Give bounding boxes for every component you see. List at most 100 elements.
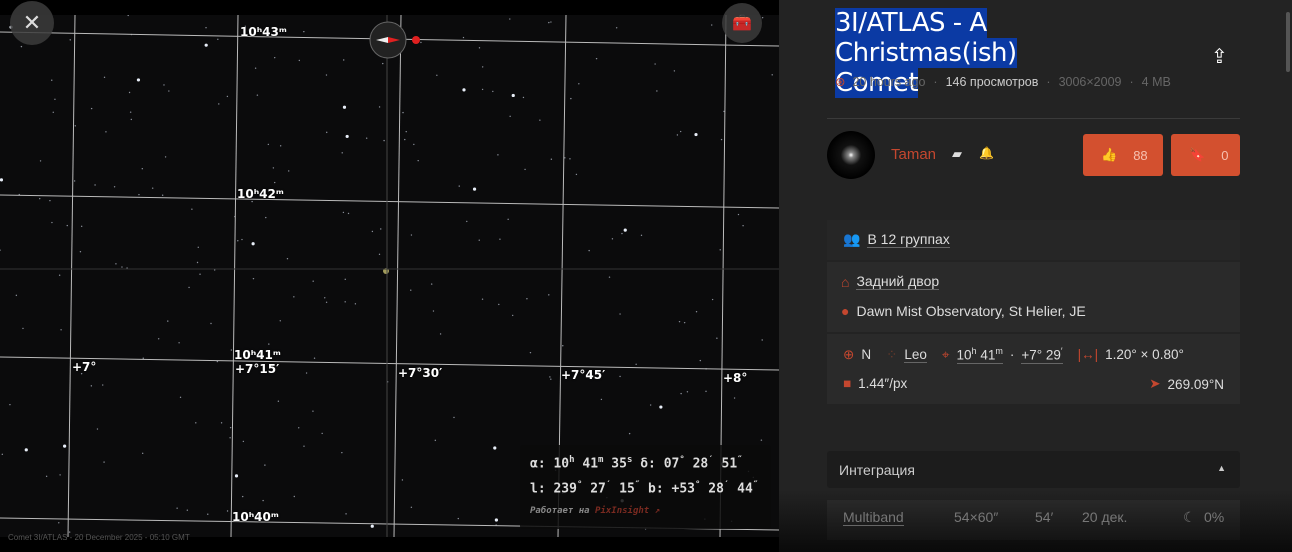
star (472, 187, 477, 191)
star (293, 296, 295, 298)
author-link[interactable]: Taman (891, 146, 936, 163)
star (550, 21, 552, 23)
star (711, 298, 714, 301)
star (130, 118, 133, 121)
pixel-scale-icon: ■ (843, 376, 852, 391)
star (265, 216, 267, 219)
star (695, 311, 698, 313)
star (564, 157, 566, 159)
star (226, 510, 229, 512)
star (94, 184, 96, 186)
total-value: 54′ (1035, 509, 1054, 525)
toolbox-icon: 🧰 (732, 15, 752, 32)
star (699, 359, 702, 362)
coordinates-overlay: α: 10h 41m 35s δ: 07° 28′ 51″ l: 239° 27… (520, 445, 771, 529)
star (640, 234, 643, 237)
star (676, 134, 679, 136)
star (229, 437, 231, 439)
bell-icon[interactable]: 🔔 (979, 146, 994, 160)
star (342, 211, 345, 214)
star (345, 134, 349, 139)
star (478, 47, 481, 49)
star (121, 266, 123, 268)
star (430, 283, 433, 285)
star (370, 524, 374, 528)
star (343, 59, 345, 61)
avatar[interactable] (827, 131, 875, 179)
tools-button[interactable]: 🧰 (722, 3, 762, 43)
star (570, 97, 572, 100)
star (15, 294, 18, 297)
star (404, 138, 406, 141)
star (436, 74, 438, 76)
star (371, 230, 374, 233)
star (241, 495, 244, 498)
star (313, 357, 316, 359)
star (413, 143, 415, 146)
star (683, 321, 686, 324)
dec-label: +8° (723, 371, 748, 385)
star (237, 240, 239, 242)
star (279, 320, 281, 322)
star (230, 349, 233, 351)
groups-link[interactable]: В 12 группах (867, 231, 950, 248)
star (761, 339, 763, 341)
star (365, 137, 368, 139)
star (251, 200, 253, 203)
star (138, 193, 140, 196)
location-link[interactable]: Задний двор (856, 273, 940, 290)
share-icon[interactable]: ⇪ (1211, 44, 1228, 69)
star (186, 509, 189, 511)
star (498, 303, 500, 306)
star (771, 74, 773, 76)
ra-label: 10ʰ43ᵐ (240, 25, 287, 39)
location-box: ⌂ Задний двор ● Dawn Mist Observatory, St … (827, 262, 1240, 332)
star (274, 181, 276, 184)
star (550, 158, 553, 160)
star (324, 297, 326, 299)
constellation-link[interactable]: Leo (904, 347, 927, 363)
close-icon: ✕ (22, 10, 42, 35)
star (142, 357, 144, 359)
star (286, 258, 289, 260)
message-icon[interactable]: ▰ (952, 146, 962, 162)
filter-link[interactable]: Multiband (843, 509, 904, 526)
star (457, 517, 459, 520)
star (615, 27, 618, 29)
moon-value: 0% (1204, 509, 1225, 525)
orientation-icon: ➤ (1149, 376, 1161, 391)
ra-link[interactable]: 10h 41m (956, 346, 1003, 364)
star (378, 253, 381, 256)
star (179, 396, 182, 399)
dec-link[interactable]: +7° 29′ (1021, 346, 1063, 364)
star (262, 499, 264, 502)
powered-by: Работает на PixInsight ↗ (530, 505, 661, 516)
star (405, 130, 407, 133)
star (9, 403, 11, 406)
image-viewer[interactable]: 10ʰ43ᵐ 10ʰ42ᵐ 10ʰ41ᵐ 10ʰ40ᵐ +7° +7°15′ +… (0, 0, 779, 552)
star (621, 232, 623, 235)
star (267, 143, 270, 146)
star (524, 168, 526, 171)
star (380, 228, 382, 230)
star (45, 475, 48, 478)
close-button[interactable]: ✕ (10, 1, 54, 45)
star (742, 225, 744, 227)
integration-header[interactable]: Интеграция ▲ (827, 451, 1240, 488)
star (529, 351, 532, 354)
star (242, 440, 245, 443)
scrollbar[interactable] (1286, 12, 1290, 72)
star (293, 495, 295, 498)
star (58, 274, 61, 276)
dec-label: +7°45′ (561, 368, 606, 382)
ra-grid-line (67, 15, 76, 537)
star (277, 400, 280, 402)
dec-grid-line (0, 194, 779, 209)
bookmark-button[interactable]: 🔖 0 (1171, 134, 1240, 176)
moon-icon: ☾ (1183, 509, 1196, 525)
star (60, 329, 62, 331)
divider (827, 118, 1240, 119)
pixinsight-link[interactable]: PixInsight ↗ (595, 506, 660, 516)
star (178, 342, 180, 344)
like-button[interactable]: 👍 88 (1083, 134, 1163, 176)
